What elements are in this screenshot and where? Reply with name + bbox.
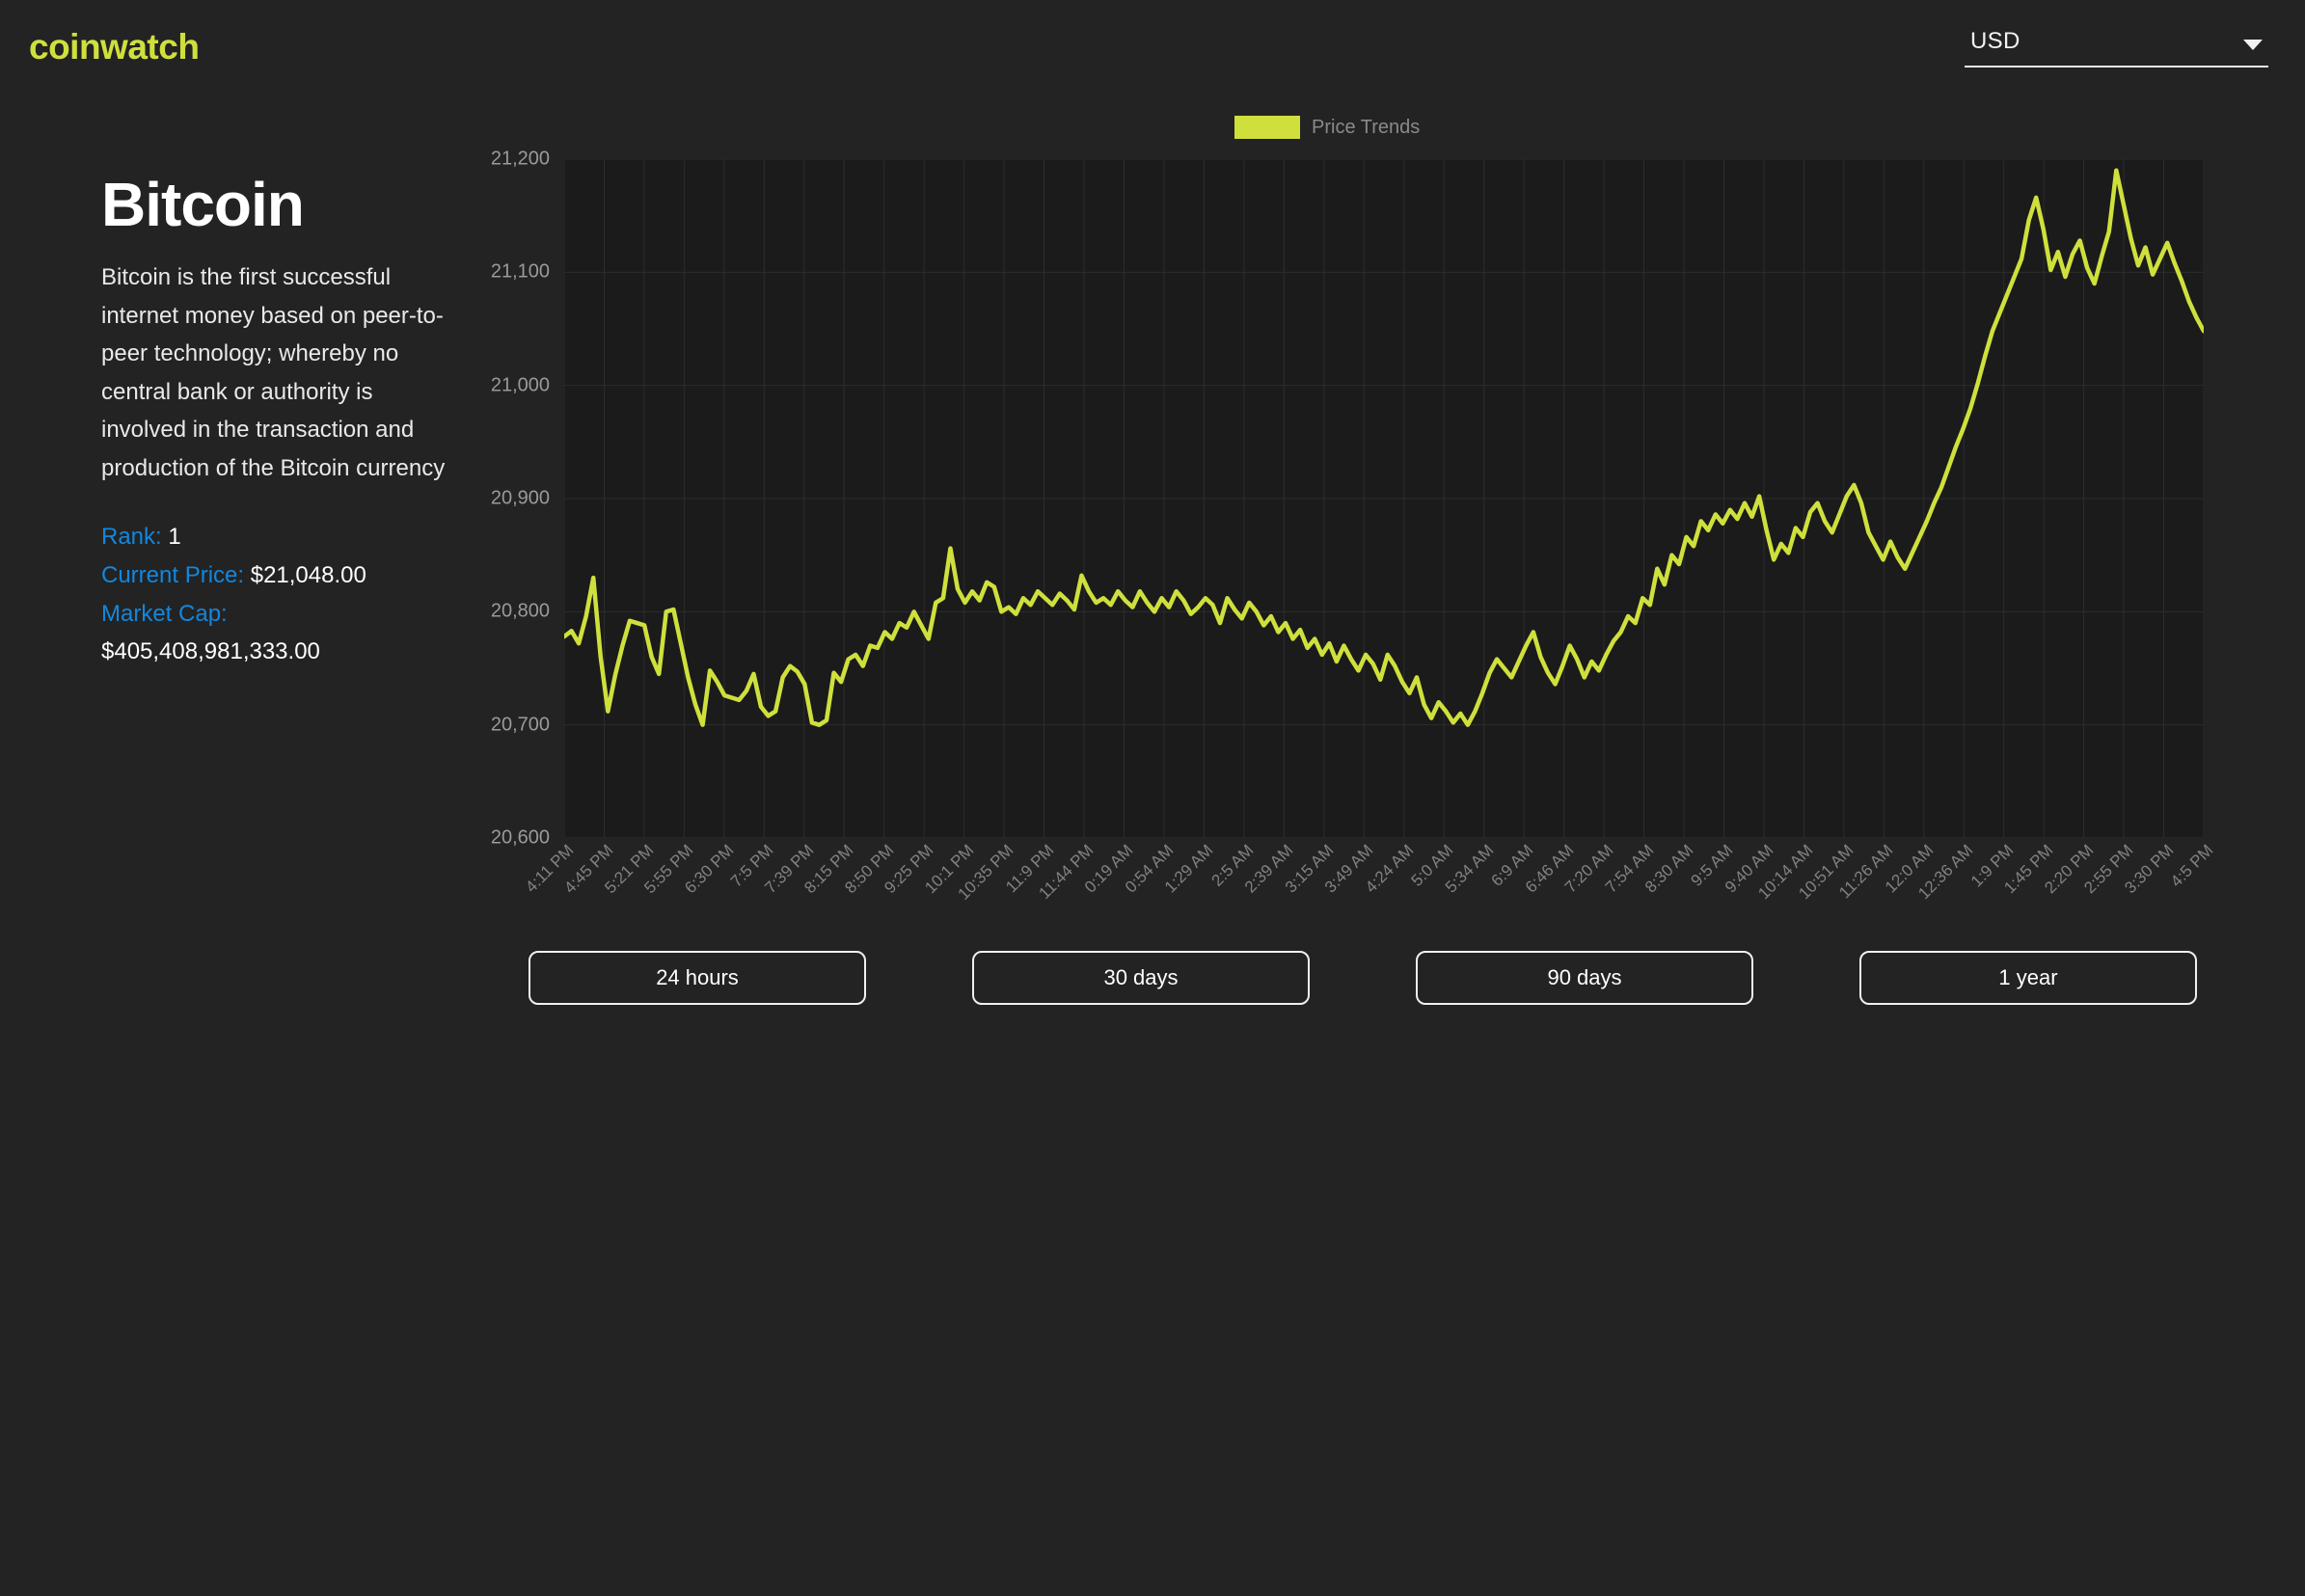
y-tick-label: 20,600 (490, 826, 550, 849)
range-button-1-year[interactable]: 1 year (1859, 951, 2197, 1005)
chevron-down-icon (2243, 40, 2263, 50)
chart-line-price-trends (564, 171, 2204, 725)
legend-label-price-trends: Price Trends (1312, 116, 1421, 138)
stat-current-price: Current Price: $21,048.00 (101, 557, 458, 594)
stat-market-cap-value: $405,408,981,333.00 (101, 637, 320, 664)
stat-rank-value: 1 (168, 523, 181, 550)
chart-x-axis: 4:11 PM 4:45 PM 5:21 PM 5:55 PM 6:30 PM 7:5 P… (522, 841, 2216, 957)
top-bar: coinwatch USD (0, 0, 2305, 96)
y-tick-label: 20,900 (490, 487, 550, 509)
y-tick-label: 20,700 (490, 714, 550, 736)
chart-svg (564, 159, 2204, 838)
range-button-30-days[interactable]: 30 days (972, 951, 1310, 1005)
y-tick-label: 21,100 (490, 260, 550, 283)
stat-current-price-value: $21,048.00 (250, 561, 366, 588)
y-tick-label: 20,800 (490, 600, 550, 622)
currency-select-value: USD (1970, 28, 2020, 54)
price-chart: Price Trends 20,600 20,700 20,800 20,900 21,… (482, 116, 2216, 904)
legend-swatch-price-trends (1234, 116, 1300, 139)
y-tick-label: 21,200 (490, 148, 550, 170)
currency-select[interactable]: USD (1965, 21, 2268, 68)
app-root: coinwatch USD Bitcoin Bitcoin is the fir… (0, 0, 2305, 1596)
app-logo[interactable]: coinwatch (29, 27, 200, 68)
coin-description: Bitcoin is the first successful internet… (101, 264, 446, 481)
range-button-24-hours[interactable]: 24 hours (529, 951, 866, 1005)
coin-info-panel: Bitcoin Bitcoin is the first successful … (101, 174, 468, 672)
chart-legend: Price Trends (1234, 116, 1420, 139)
stat-market-cap-label: Market Cap: (101, 601, 228, 628)
range-button-group: 24 hours 30 days 90 days 1 year (529, 951, 2197, 1005)
stat-current-price-label: Current Price: (101, 561, 245, 588)
y-tick-label: 21,000 (490, 374, 550, 396)
chart-y-axis: 20,600 20,700 20,800 20,900 21,000 21,100 21,2… (482, 149, 557, 849)
coin-stats: Rank: 1 Current Price: $21,048.00 Market… (101, 519, 458, 671)
stat-market-cap: Market Cap: $405,408,981,333.00 (101, 596, 458, 670)
page-title: Bitcoin (101, 170, 305, 239)
stat-rank: Rank: 1 (101, 519, 458, 555)
chart-plot-area (564, 159, 2204, 838)
range-button-90-days[interactable]: 90 days (1416, 951, 1753, 1005)
stat-rank-label: Rank: (101, 523, 162, 550)
